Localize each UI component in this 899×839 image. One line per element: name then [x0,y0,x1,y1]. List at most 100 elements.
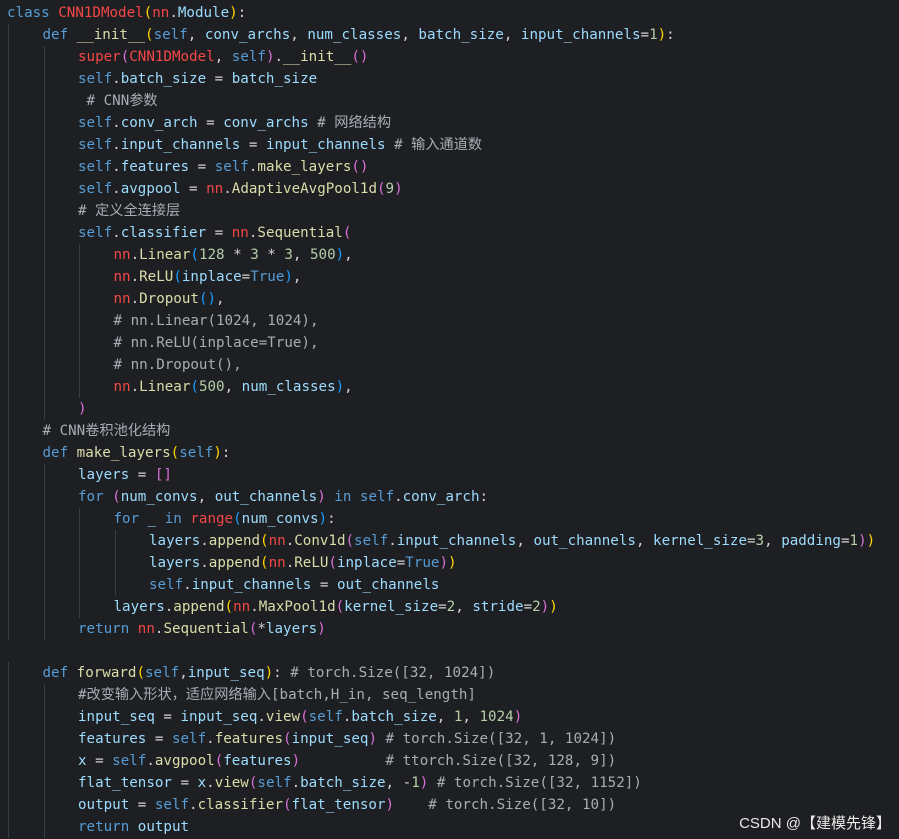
code-line[interactable] [7,640,899,662]
indent-guide [43,772,45,794]
code-token: padding [781,533,841,549]
code-token: ) [229,5,238,21]
code-line[interactable]: self.classifier = nn.Sequential( [7,222,899,244]
code-editor[interactable]: class CNN1DModel(nn.Module): def __init__… [0,0,899,839]
code-token: ( [233,511,242,527]
code-token: self [149,577,184,593]
code-token: = [86,753,113,769]
code-token: ) [213,445,222,461]
code-line[interactable]: # nn.ReLU(inplace=True), [7,332,899,354]
code-line[interactable]: self.input_channels = input_channels # 输… [7,134,899,156]
indent-guide [43,552,45,574]
indent-guide [43,706,45,728]
code-line[interactable]: # nn.Dropout(), [7,354,899,376]
code-line[interactable]: nn.ReLU(inplace=True), [7,266,899,288]
code-line-content: self.input_channels = input_channels # 输… [78,137,482,153]
code-line[interactable]: input_seq = input_seq.view(self.batch_si… [7,706,899,728]
code-token: . [130,379,140,395]
code-token: classifier [197,797,284,813]
indent-guide [8,552,9,574]
code-token: input_channels [265,137,386,153]
code-token: . [274,49,284,65]
code-token: _ [147,511,157,527]
code-line[interactable]: nn.Linear(500, num_classes), [7,376,899,398]
code-line[interactable]: x = self.avgpool(features) # ttorch.Size… [7,750,899,772]
code-token: def [42,27,77,43]
code-token: nn [268,533,286,549]
code-token: self [214,159,249,175]
code-line[interactable]: self.batch_size = batch_size [7,68,899,90]
code-line[interactable]: features = self.features(input_seq) # to… [7,728,899,750]
indent-guide [43,68,45,90]
code-token: # nn.ReLU(inplace=True), [113,335,319,351]
code-token: make_layers [76,445,171,461]
code-token: Module [177,5,230,21]
code-line-content: return nn.Sequential(*layers) [78,621,326,637]
code-token: make_layers [257,159,352,175]
code-token: = [240,137,266,153]
code-token: ) [78,401,87,417]
code-token: , [436,709,454,725]
code-token: ) [439,555,449,571]
indent-guide [8,574,9,596]
code-line[interactable]: #改变输入形状，适应网络输入[batch,H_in, seq_length] [7,684,899,706]
code-token: self [153,27,188,43]
indent-guide [8,112,9,134]
code-line[interactable]: nn.Dropout(), [7,288,899,310]
code-line[interactable]: nn.Linear(128 * 3 * 3, 500), [7,244,899,266]
code-line-content: # CNN卷积池化结构 [43,423,171,439]
code-token: = [154,709,181,725]
code-line[interactable]: ) [7,398,899,420]
code-line[interactable]: self.input_channels = out_channels [7,574,899,596]
code-token: self [78,159,113,175]
code-line-content: layers.append(nn.Conv1d(self.input_chann… [149,533,875,549]
code-line[interactable]: # CNN参数 [7,90,899,112]
code-line[interactable]: layers = [] [7,464,899,486]
code-line[interactable]: for _ in range(num_convs): [7,508,899,530]
code-line[interactable]: def make_layers(self): [7,442,899,464]
code-token: ( [377,181,386,197]
code-line[interactable]: def __init__(self, conv_archs, num_class… [7,24,899,46]
code-token: nn [152,5,170,21]
code-token: out_channels [336,577,440,593]
code-line[interactable]: self.avgpool = nn.AdaptiveAvgPool1d(9) [7,178,899,200]
code-line[interactable]: # CNN卷积池化结构 [7,420,899,442]
code-token: , [290,27,308,43]
code-token: = [171,775,198,791]
code-token: . [206,775,215,791]
code-line[interactable]: # 定义全连接层 [7,200,899,222]
code-line[interactable]: for (num_convs, out_channels) in self.co… [7,486,899,508]
code-token: batch_size [231,71,318,87]
code-token: 2 [532,599,541,615]
code-token: conv_arch [120,115,198,131]
code-token: ( [145,27,154,43]
code-token: self [359,489,395,505]
code-line[interactable]: def forward(self,input_seq): # torch.Siz… [7,662,899,684]
indent-guide [8,684,9,706]
code-token: # ttorch.Size([32, 128, 9]) [300,753,617,769]
code-token: conv_archs [223,115,309,131]
code-line[interactable]: # nn.Linear(1024, 1024), [7,310,899,332]
code-line[interactable]: self.features = self.make_layers() [7,156,899,178]
indent-guide [8,24,9,46]
code-token: . [112,181,121,197]
code-token: range [190,511,234,527]
code-line[interactable]: self.conv_arch = conv_archs # 网络结构 [7,112,899,134]
indent-guide [8,376,9,398]
code-token: = [189,159,215,175]
code-token: # CNN参数 [78,93,158,109]
code-line[interactable]: return nn.Sequential(*layers) [7,618,899,640]
code-line[interactable]: layers.append(nn.MaxPool1d(kernel_size=2… [7,596,899,618]
code-token: forward [76,665,137,681]
code-line-content: self.input_channels = out_channels [149,577,439,593]
code-line[interactable]: layers.append(nn.ReLU(inplace=True)) [7,552,899,574]
code-line[interactable]: super(CNN1DModel, self).__init__() [7,46,899,68]
code-line[interactable]: flat_tensor = x.view(self.batch_size, -1… [7,772,899,794]
code-line-content: def forward(self,input_seq): # torch.Siz… [43,665,496,681]
code-token: MaxPool1d [258,599,336,615]
indent-guide [8,750,9,772]
code-line[interactable]: class CNN1DModel(nn.Module): [7,2,899,24]
code-line[interactable]: layers.append(nn.Conv1d(self.input_chann… [7,530,899,552]
indent-guide [43,90,45,112]
indent-guide [79,310,80,332]
